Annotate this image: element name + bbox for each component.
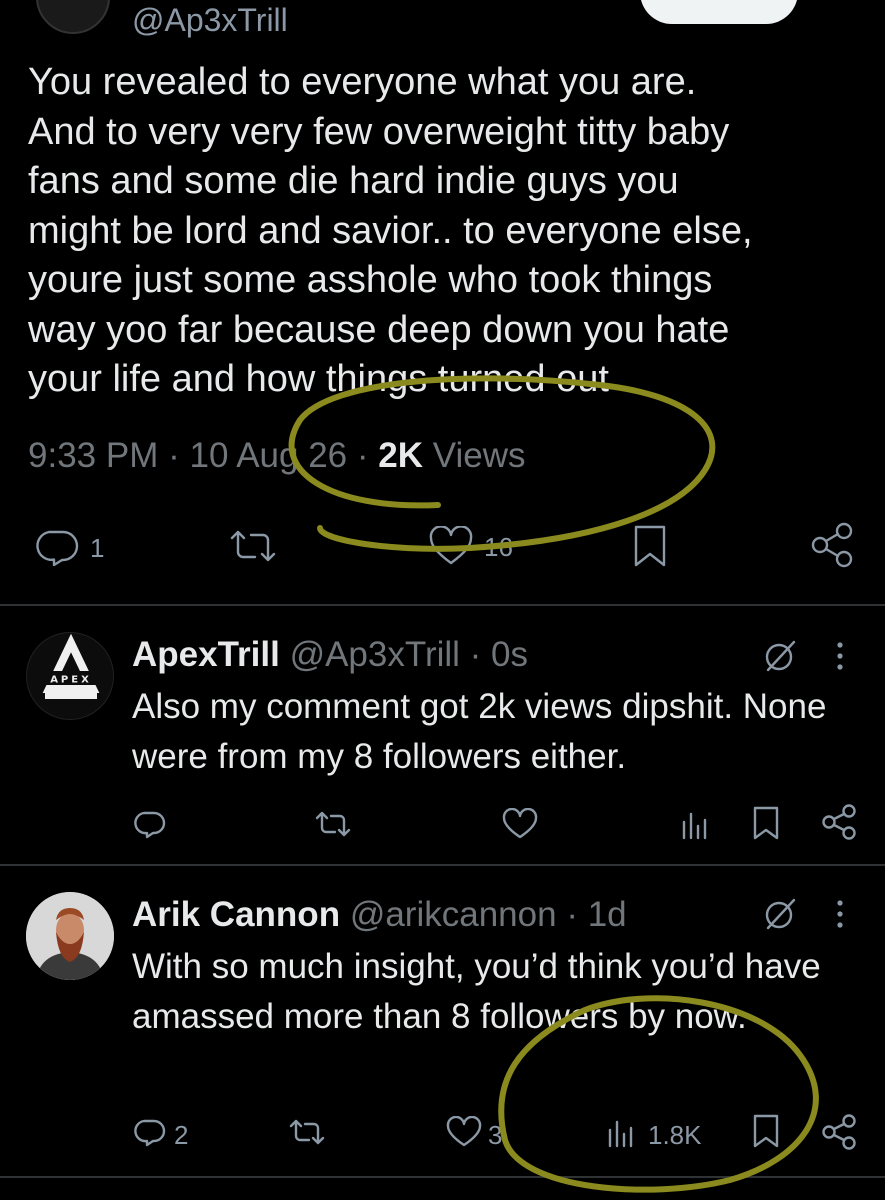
views-label: Views [432,436,526,475]
share-icon[interactable] [820,804,858,840]
tweet-meta: 9:33 PM · 10 Aug 26 · 2K Views [28,434,525,478]
avatar-logo-text: APEX [50,675,92,686]
repost-icon[interactable] [288,1118,326,1146]
views-icon[interactable] [680,810,710,840]
tweet-time: · 0s [469,635,529,674]
avatar[interactable]: APEX [26,632,114,720]
grok-icon[interactable] [762,896,798,932]
bookmark-icon[interactable] [752,1114,780,1148]
avatar[interactable] [36,0,110,34]
bookmark-icon[interactable] [632,524,668,568]
like-icon[interactable] [428,526,474,566]
tweet-time: 9:33 PM [28,436,159,475]
reply-icon[interactable] [134,808,168,840]
like-count: 3 [488,1120,503,1150]
author-name[interactable]: Arik Cannon [132,895,340,934]
reply-count: 1 [90,533,105,563]
reply-count: 2 [174,1120,189,1150]
views-count: 1.8K [648,1120,702,1150]
bookmark-icon[interactable] [752,806,780,840]
boost-button[interactable] [640,0,798,24]
divider [0,604,885,606]
share-icon[interactable] [820,1114,858,1150]
reply-header: ApexTrill @Ap3xTrill · 0s [132,634,528,676]
like-icon[interactable] [502,808,538,840]
meta-separator: · [356,436,369,475]
tweet-text: You revealed to everyone what you are. A… [28,61,753,400]
avatar[interactable] [26,892,114,980]
author-name[interactable]: ApexTrill [132,635,280,674]
reply-text: Also my comment got 2k views dipshit. No… [132,687,827,776]
repost-icon[interactable] [314,810,352,838]
author-handle[interactable]: @arikcannon [350,895,557,934]
author-handle: @Ap3xTrill [132,2,288,38]
share-icon[interactable] [808,522,856,568]
divider [0,864,885,866]
views-count: 2K [378,436,424,475]
tweet-date: 10 Aug 26 [189,436,348,475]
more-options-icon[interactable] [834,640,846,672]
views-icon[interactable] [606,1118,636,1148]
reply-text: With so much insight, you’d think you’d … [132,947,821,1036]
reply-header: Arik Cannon @arikcannon · 1d [132,894,627,936]
tweet-time: · 1d [566,895,627,934]
reply-icon[interactable] [134,1116,168,1148]
meta-separator: · [168,436,180,475]
repost-icon[interactable] [228,528,278,564]
author-handle[interactable]: @Ap3xTrill [290,635,460,674]
like-icon[interactable] [446,1116,482,1148]
grok-icon[interactable] [762,638,798,674]
reply-icon[interactable] [36,524,82,566]
divider [0,1176,885,1178]
like-count: 16 [484,532,513,562]
more-options-icon[interactable] [834,898,846,930]
